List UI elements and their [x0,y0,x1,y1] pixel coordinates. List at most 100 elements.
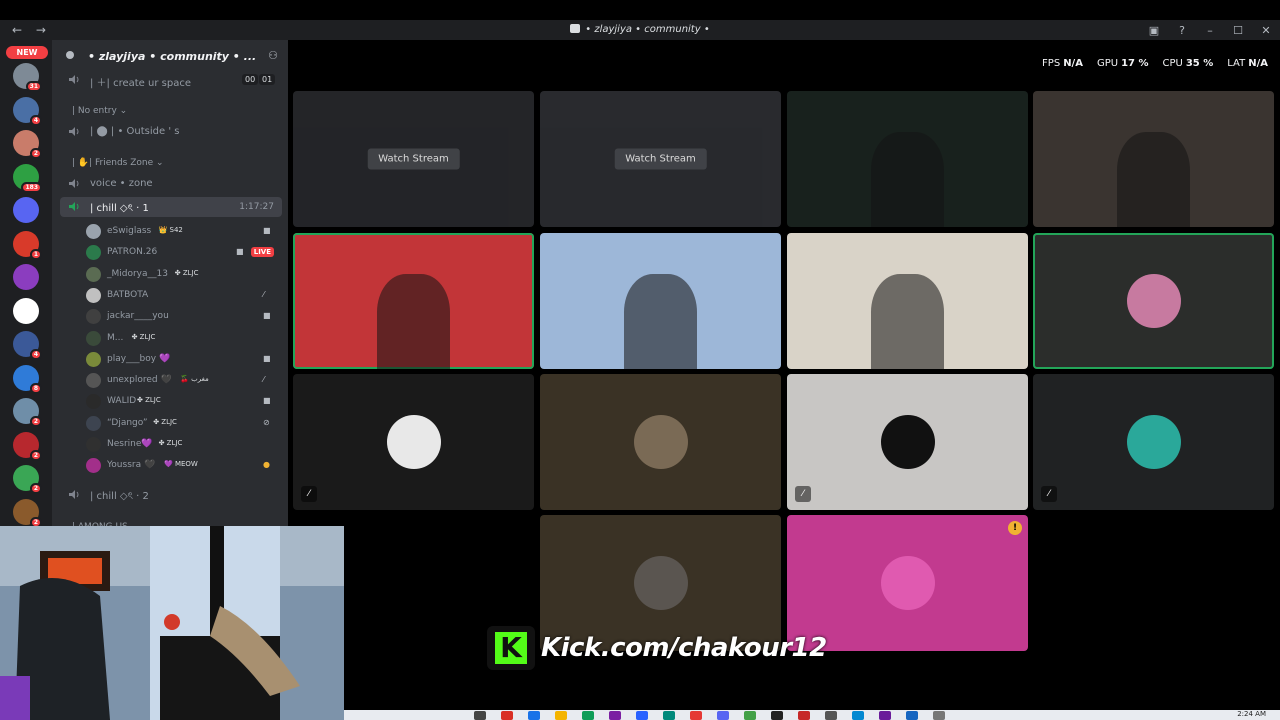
taskbar-app-icon[interactable] [933,711,945,720]
taskbar-app-icon[interactable] [663,711,675,720]
avatar [86,415,101,431]
speaker-icon [69,179,79,188]
server-icon[interactable]: 2 [13,398,42,427]
channel-voice-zone[interactable]: voice • zone [52,174,288,194]
server-icon[interactable]: 2 [13,498,42,528]
taskbar-app-icon[interactable] [825,711,837,720]
server-icon[interactable]: 1 [13,230,42,260]
taskbar-app-icon[interactable] [744,711,756,720]
taskbar-app-icon[interactable] [717,711,729,720]
fps-stat: FPS N/A [1042,58,1083,69]
member-name: “Django” [107,417,148,428]
taskbar-app-icon[interactable] [555,711,567,720]
taskbar-app-icon[interactable] [879,711,891,720]
taskbar-app-icon[interactable] [474,711,486,720]
channel-chill-2[interactable]: | chill ◇ৎ · 2 [52,485,288,505]
warning-icon: ● [263,460,270,470]
new-badge[interactable]: NEW [6,46,48,59]
video-tile[interactable] [787,91,1028,227]
server-icon[interactable]: 183 [13,163,42,193]
participant-tile[interactable]: ⁄ [1033,374,1274,510]
server-icon[interactable]: 4 [13,96,42,126]
voice-member[interactable]: M... ✤ ZLJC [52,328,288,349]
voice-member[interactable]: play___boy 💜 ■ [52,349,288,370]
help-icon[interactable]: ? [1168,24,1196,37]
title-bar: ← → • zlayjiya • community • ▣ ? – ☐ ✕ [0,20,1280,40]
stream-tile[interactable]: Watch Stream [540,91,781,227]
warning-icon: ! [1008,521,1022,535]
participant-tile[interactable]: ⁄ [293,374,534,510]
video-tile[interactable] [787,233,1028,369]
taskbar-app-icon[interactable] [771,711,783,720]
voice-member[interactable]: BATBOTA ⁄ [52,285,288,306]
watch-stream-button[interactable]: Watch Stream [367,148,460,170]
inbox-icon[interactable]: ▣ [1140,24,1168,37]
watch-stream-button[interactable]: Watch Stream [614,148,707,170]
server-rail: NEW 31 4 2 183 1 4 8 2 2 2 2 [0,40,52,530]
avatar [86,330,101,346]
server-icon[interactable]: 8 [13,364,42,394]
avatar [86,351,101,367]
stream-tile[interactable]: Watch Stream [293,91,534,227]
video-tile[interactable] [293,233,534,369]
taskbar-app-icon[interactable] [528,711,540,720]
video-tile[interactable] [540,233,781,369]
mention-badge: 4 [29,114,42,126]
category-no-entry[interactable]: | No entry ⌄ [52,102,288,122]
server-icon[interactable]: 2 [13,130,42,159]
gpu-stat: GPU 17 % [1096,58,1149,69]
server-icon[interactable]: 2 [13,431,42,461]
minimize-button[interactable]: – [1196,24,1224,37]
participant-avatar [1126,274,1181,328]
voice-member[interactable]: Youssra 🖤 💜 MEOW ● [52,455,288,476]
maximize-button[interactable]: ☐ [1224,24,1252,37]
channel-chill-1[interactable]: | chill ◇ৎ · 1 1:17:27 [60,197,282,217]
deafened-icon: ⊘ [263,417,270,427]
member-name: Nesrine💜 [107,439,153,449]
kick-url: Kick.com/chakour12 [541,633,827,663]
lat-stat: LAT N/A [1227,58,1268,69]
user-limit: 01 [259,74,276,85]
taskbar-app-icon[interactable] [690,711,702,720]
participant-tile[interactable] [1033,233,1274,369]
server-icon[interactable] [13,297,39,324]
voice-member[interactable]: Nesrine💜 ✤ ZLJC [52,434,288,455]
taskbar-app-icon[interactable] [636,711,648,720]
voice-member[interactable]: unexplored 🖤 🍒 مغرب ⁄ [52,370,288,391]
taskbar-app-icon[interactable] [609,711,621,720]
taskbar-app-icon[interactable] [798,711,810,720]
taskbar-app-icon[interactable] [906,711,918,720]
server-icon[interactable]: 31 [13,63,42,92]
category-friends-zone[interactable]: | ✋| Friends Zone ⌄ [52,154,288,174]
taskbar-app-icon[interactable] [852,711,864,720]
voice-member[interactable]: jackar____you ■ [52,306,288,327]
voice-member[interactable]: “Django” ✤ ZLJC ⊘ [52,413,288,434]
participant-tile[interactable]: ⁄ [787,374,1028,510]
avatar [86,287,101,303]
member-name: M... [107,332,124,343]
channel-outside[interactable]: | ⬤ | • Outside ' s [52,122,288,142]
server-icon[interactable] [13,197,39,223]
taskbar-app-icon[interactable] [501,711,513,720]
server-icon[interactable] [13,264,39,290]
mic-muted-icon: ⁄ [263,289,265,299]
call-timer: 1:17:27 [239,202,274,212]
server-header[interactable]: • zlayjiya • community • ... ⚇ [52,40,288,72]
voice-member[interactable]: PATRON.26 LIVE ■ [52,242,288,263]
member-tag: 🍒 مغرب [180,375,209,384]
video-tile[interactable] [1033,91,1274,227]
channel-create-space[interactable]: | ＋| create ur space 00 01 [52,70,288,90]
server-icon[interactable]: 4 [13,331,42,360]
server-icon[interactable]: 2 [13,465,42,494]
add-member-icon[interactable]: ⚇ [268,49,278,62]
avatar [86,437,101,452]
member-name: Youssra 🖤 [107,460,156,471]
voice-member[interactable]: eSwiglass 👑 S42 ■ [52,221,288,242]
participant-tile[interactable] [540,374,781,510]
close-button[interactable]: ✕ [1252,24,1280,37]
voice-member[interactable]: _Midorya__13 ✤ ZLJC [52,264,288,285]
voice-member[interactable]: WALID ✤ ZLJC ■ [52,391,288,412]
mention-badge: 2 [29,416,42,427]
taskbar-app-icon[interactable] [582,711,594,720]
member-tag: ✤ ZLJC [131,332,156,341]
